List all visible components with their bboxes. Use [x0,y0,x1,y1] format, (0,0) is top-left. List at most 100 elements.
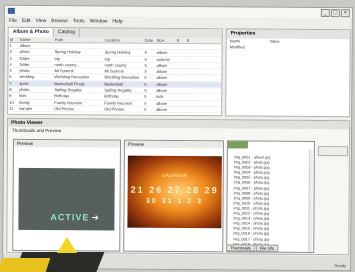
column-header[interactable]: S [186,38,196,43]
table-cell: 4 [9,61,12,67]
property-row: Modified [227,44,350,51]
warning-triangle-icon [57,237,77,253]
maximize-button[interactable]: □ [330,9,340,18]
viewer-subtitle[interactable]: Thumbnails and Preview [8,127,349,137]
table-cell: album [156,69,168,75]
table-row[interactable]: 11 sample Old Photos Old Photos 5 album [8,105,222,114]
tab-file-info[interactable]: File Info [255,244,279,252]
table-cell: north county [54,62,77,68]
table-cell: trip [104,56,111,62]
table-cell [104,43,144,49]
table-cell: 5 [144,62,147,68]
tab-album-photo[interactable]: Album & Photo [8,27,54,38]
table-cell: album [156,62,168,68]
menu-window[interactable]: Window [90,17,108,25]
table-cell: 5 [144,106,147,112]
table-cell: kids [156,94,164,100]
tab-thumbnails[interactable]: Thumbnails [226,244,255,252]
table-cell: album [19,42,31,48]
table-cell: Wedding Reception [104,74,140,81]
menu-edit[interactable]: Edit [22,17,31,25]
side-button[interactable] [317,145,348,157]
column-header[interactable]: Date [144,38,156,43]
table-cell: 11 [9,105,14,111]
table-cell: 5 [144,100,147,106]
table-cell: Basketball [104,81,123,87]
left-photo-preview: ACTIVE ➜ [18,167,115,231]
column-header[interactable]: Id [9,37,19,42]
table-cell: 8 [9,86,12,92]
table-cell [185,94,195,99]
table-cell [144,44,156,49]
table-cell [176,50,186,55]
menu-tools[interactable]: Tools [73,17,85,25]
app-icon [7,7,15,14]
table-cell: Family Reunion [104,100,133,106]
properties-panel: Properties Name Value Modified [225,28,351,118]
file-list-scrollbar[interactable] [308,149,313,252]
table-cell: autumn [156,56,170,62]
table-cell [175,63,185,68]
table-cell: kids [19,93,27,99]
close-button[interactable]: × [340,9,350,18]
table-cell: Old Photos [54,106,75,112]
column-header[interactable]: R [176,38,186,43]
calendar-header: CALENDAR [162,172,188,179]
table-cell: 5 [144,94,147,100]
application-window: _ □ × File Edit View Browse Tools Window… [2,4,353,272]
column-header[interactable]: Location [104,37,144,42]
table-cell [186,57,196,62]
table-cell: 5 [144,75,147,81]
menu-view[interactable]: View [35,17,46,25]
arrow-icon: ➜ [91,212,100,223]
table-cell: north county [104,62,127,68]
middle-preview-header: Preview [124,140,223,149]
table-cell: album [156,75,168,81]
table-cell [175,101,185,106]
preview-caption: ACTIVE [50,212,90,223]
table-cell [186,44,196,49]
file-tabs: Thumbnails File Info [226,244,279,252]
table-cell: 5 [144,68,147,74]
table-cell: folder [19,61,30,67]
table-cell [54,43,104,49]
table-cell: 3 [9,55,12,61]
menu-browse[interactable]: Browse [51,17,68,25]
menu-help[interactable]: Help [112,18,122,26]
calendar-photo-preview: CALENDAR 21 26 27 28 29 30 31 1 2 3 [127,155,222,229]
minimize-button[interactable]: _ [320,8,330,18]
table-cell: Wedding Reception [54,74,90,80]
table-cell: 7 [9,80,12,86]
table-cell: Mt Summit [104,68,124,74]
column-header[interactable]: Size [156,38,176,43]
file-list-indicator [227,141,248,149]
table-cell: 5 [144,81,147,87]
left-preview-pane[interactable]: Preview ACTIVE ➜ [12,138,121,252]
table-cell: Sailing Regatta [104,87,132,93]
table-cell: 6 [9,74,12,80]
table-cell [185,101,195,106]
column-header[interactable]: Name [19,37,54,42]
table-cell: Mt Summit [54,68,74,74]
column-header[interactable]: Path [54,37,104,42]
table-cell [185,88,195,93]
menu-file[interactable]: File [9,17,17,25]
middle-preview-pane[interactable]: Preview CALENDAR 21 26 27 28 29 30 31 1 … [123,139,224,253]
table-cell: Family Reunion [54,99,83,106]
file-list: img_0001 - album.jpg img_0002 - photo.jpg… [233,155,314,247]
table-cell [176,57,186,62]
table-cell [185,107,195,112]
table-cell: sport [19,80,29,86]
window-controls: _ □ × [320,8,350,18]
tab-catalog[interactable]: Catalog [53,28,81,38]
table-cell: 2 [9,49,12,55]
table-cell [185,82,195,87]
table-cell [185,63,195,68]
table-cell: Basketball Finals [54,80,85,87]
table-cell: photo [19,68,30,74]
calendar-dates-row: 21 26 27 28 29 [130,184,219,196]
property-key: Modified [229,44,245,50]
calendar-dates-row: 30 31 1 2 3 [146,197,204,206]
table-cell: 10 [9,99,14,105]
table-cell: photo [19,86,30,93]
